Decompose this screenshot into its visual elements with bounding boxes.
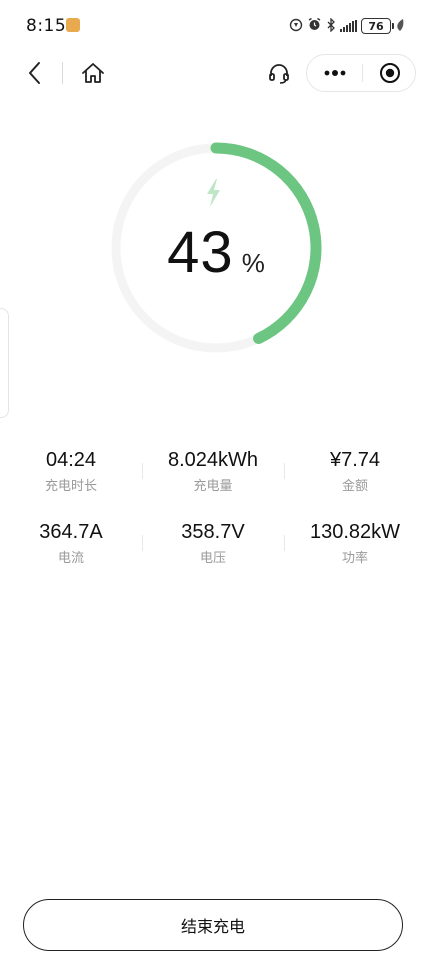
stat-current: 364.7A 电流 — [0, 518, 142, 570]
more-icon — [324, 70, 345, 76]
end-charging-button[interactable]: 结束充电 — [23, 899, 403, 951]
stat-label: 金额 — [341, 479, 368, 494]
status-icons: 76 — [289, 16, 405, 36]
close-target-icon — [379, 63, 400, 83]
nav-divider — [62, 62, 63, 84]
stat-value: 364.7A — [39, 521, 103, 543]
nav-bar — [0, 52, 425, 94]
customer-service-button[interactable] — [264, 58, 294, 88]
stat-value: 358.7V — [181, 521, 245, 543]
stat-voltage: 358.7V 电压 — [142, 518, 284, 570]
back-icon — [29, 62, 40, 84]
charge-percent-unit: % — [241, 248, 265, 278]
close-button[interactable] — [363, 55, 416, 91]
app-notification-icon — [66, 18, 80, 32]
stat-value: ¥7.74 — [329, 449, 381, 471]
stat-value: 04:24 — [45, 449, 97, 471]
stats-row: 04:24 充电时长 8.024kWh 充电量 ¥7.74 金额 — [0, 446, 425, 518]
stat-label: 电压 — [199, 551, 226, 566]
alarm-icon — [307, 17, 322, 35]
bluetooth-icon — [326, 16, 336, 35]
data-saver-icon — [289, 18, 303, 35]
home-icon — [82, 63, 104, 83]
charge-percent-value: 43 — [167, 220, 234, 285]
stat-label: 充电量 — [193, 479, 233, 494]
stat-power: 130.82kW 功率 — [284, 518, 425, 570]
stat-energy: 8.024kWh 充电量 — [142, 446, 284, 498]
stats-row: 364.7A 电流 358.7V 电压 130.82kW 功率 — [0, 518, 425, 590]
charge-percentage: 43% — [106, 218, 326, 288]
leaf-icon — [395, 18, 405, 35]
stat-amount: ¥7.74 金额 — [284, 446, 425, 498]
stat-label: 电流 — [57, 551, 84, 566]
stat-value: 8.024kWh — [167, 449, 259, 471]
back-button[interactable] — [20, 58, 50, 88]
home-button[interactable] — [78, 58, 108, 88]
side-drawer-handle[interactable] — [0, 308, 9, 418]
stat-duration: 04:24 充电时长 — [0, 446, 142, 498]
status-time: 8:15 — [26, 16, 67, 36]
signal-icon — [340, 20, 357, 32]
battery-icon: 76 — [361, 18, 394, 34]
mini-program-capsule — [306, 54, 416, 92]
more-button[interactable] — [307, 55, 362, 91]
lightning-bolt-icon — [200, 178, 228, 208]
headset-icon — [269, 64, 289, 84]
stat-label: 充电时长 — [44, 479, 97, 494]
charging-stats: 04:24 充电时长 8.024kWh 充电量 ¥7.74 金额 364.7A … — [0, 446, 425, 590]
stat-label: 功率 — [341, 551, 368, 566]
stat-value: 130.82kW — [309, 521, 401, 543]
battery-level: 76 — [368, 19, 384, 33]
charge-gauge: 43% — [106, 138, 326, 358]
status-bar: 8:15 76 — [0, 0, 425, 52]
